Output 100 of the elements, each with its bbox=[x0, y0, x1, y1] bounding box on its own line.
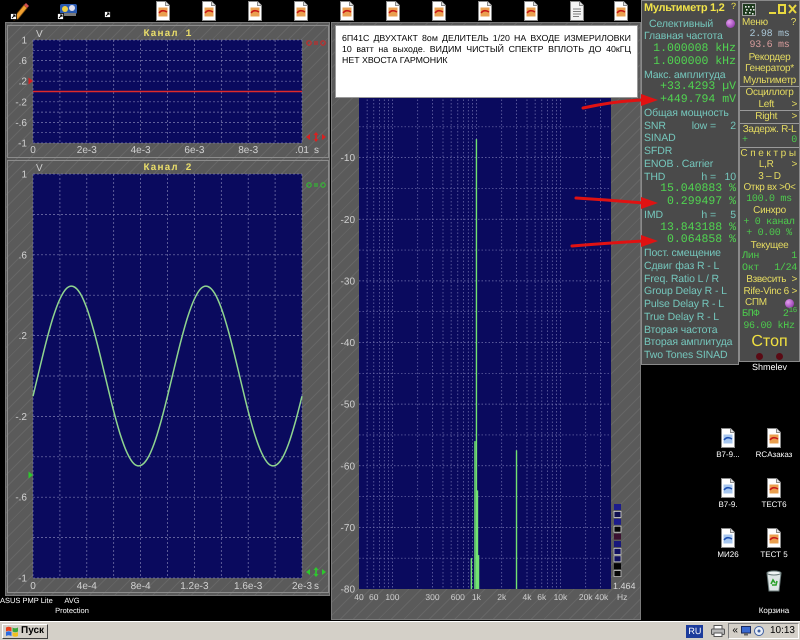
language-indicator[interactable]: RU bbox=[686, 624, 704, 638]
parameter-value[interactable]: 5 bbox=[716, 208, 736, 222]
app-icon[interactable] bbox=[57, 1, 79, 21]
measure-option[interactable]: SFDR bbox=[644, 145, 672, 158]
measure-option[interactable]: Freq. Ratio L / R bbox=[644, 272, 719, 286]
measure-option[interactable]: Селективный bbox=[644, 18, 714, 30]
measure-option[interactable]: Вторая частота bbox=[644, 324, 718, 336]
menu-item[interactable]: Рекордер bbox=[748, 52, 790, 63]
measure-option[interactable]: Макс. амплитуда bbox=[644, 68, 726, 82]
y-axis-tick-label: -1 bbox=[18, 574, 27, 584]
submenu-item[interactable]: Rife-Vinc 6 > bbox=[740, 286, 799, 297]
measure-option[interactable]: Главная частота bbox=[644, 30, 723, 44]
legend-square-icon[interactable] bbox=[614, 511, 622, 518]
image-file-icon[interactable] bbox=[201, 1, 217, 21]
measure-option[interactable]: Вторая амплитуда bbox=[644, 336, 732, 350]
menu-item[interactable]: Синхро bbox=[753, 205, 786, 216]
image-file-icon[interactable] bbox=[339, 1, 355, 21]
cursor-link-icon[interactable] bbox=[306, 182, 326, 188]
desktop-icon-label[interactable]: В7-9... bbox=[716, 450, 740, 460]
desktop-icon-label[interactable]: Корзина bbox=[758, 606, 790, 616]
timing-reading: 2.98 ms bbox=[750, 28, 790, 40]
scroll-arrows-icon[interactable] bbox=[306, 567, 326, 577]
text-file-icon[interactable] bbox=[569, 1, 585, 21]
shortcut-arrow-icon[interactable] bbox=[104, 11, 112, 19]
y-axis-tick-label: -.6 bbox=[15, 492, 27, 504]
desktop-icon-label[interactable]: Shmelev bbox=[752, 362, 787, 373]
maximize-icon[interactable] bbox=[778, 4, 786, 14]
x-axis-tick-label: 8e-4 bbox=[130, 581, 151, 592]
measure-option[interactable]: IMD bbox=[644, 208, 663, 222]
help-link[interactable]: ? bbox=[790, 17, 798, 28]
pencil-icon[interactable] bbox=[10, 1, 30, 21]
menu-item[interactable]: Задерж. R-L bbox=[742, 124, 796, 135]
desktop-icon-label[interactable]: МИ26 bbox=[717, 550, 739, 560]
legend-square-icon[interactable] bbox=[614, 570, 622, 577]
measurement-value: 0.064858 % bbox=[666, 234, 736, 248]
parameter-value[interactable]: 2 bbox=[716, 120, 736, 132]
help-link[interactable]: ? bbox=[730, 1, 736, 11]
document-icon[interactable] bbox=[720, 528, 736, 548]
parameter-label: h = bbox=[701, 208, 716, 222]
menu-button[interactable]: Меню bbox=[741, 17, 768, 28]
axis-unit-label: s bbox=[314, 145, 319, 156]
image-file-icon[interactable] bbox=[766, 428, 782, 448]
start-button[interactable]: Пуск bbox=[2, 624, 48, 638]
monitor-icon[interactable] bbox=[740, 626, 751, 636]
image-file-icon[interactable] bbox=[385, 1, 401, 21]
image-file-icon[interactable] bbox=[431, 1, 447, 21]
menu-item[interactable]: СПМ bbox=[741, 297, 767, 309]
menu-item[interactable]: Откр вх >0< bbox=[743, 182, 796, 194]
desktop-icon-label[interactable]: В7-9. bbox=[718, 500, 738, 510]
x-axis-tick-label: 1k bbox=[472, 592, 481, 602]
submenu-item[interactable]: Right > bbox=[740, 111, 799, 122]
parameter-value[interactable]: 10 bbox=[716, 170, 736, 184]
image-file-icon[interactable] bbox=[766, 528, 782, 548]
submenu-item[interactable]: L,R > bbox=[740, 159, 799, 170]
desktop-icon-label[interactable]: RCAзаказ bbox=[756, 450, 792, 460]
legend-square-icon[interactable] bbox=[614, 526, 622, 533]
stop-button[interactable]: Стоп bbox=[749, 332, 790, 352]
image-file-icon[interactable] bbox=[523, 1, 539, 21]
image-file-icon[interactable] bbox=[477, 1, 493, 21]
image-file-icon[interactable] bbox=[766, 478, 782, 498]
menu-item[interactable]: Текущее bbox=[750, 240, 788, 251]
x-axis-tick-label: 4e-3 bbox=[130, 145, 151, 156]
measure-option[interactable]: THD bbox=[644, 170, 666, 184]
submenu-item[interactable]: Left > bbox=[740, 98, 799, 110]
measure-option[interactable]: Пост. смещение bbox=[644, 247, 721, 260]
measure-option[interactable]: Сдвиг фаз R - L bbox=[644, 260, 720, 273]
measurement-value: +449.794 mV bbox=[660, 94, 736, 107]
measure-option[interactable]: True Delay R - L bbox=[644, 310, 720, 324]
tray-expand-button[interactable]: « bbox=[732, 625, 738, 637]
measure-option[interactable]: ENOB . Carrier bbox=[644, 158, 714, 171]
measure-option[interactable]: Two Tones SINAD bbox=[644, 349, 728, 362]
menu-item[interactable]: 3 – D bbox=[758, 170, 781, 182]
measure-option[interactable]: SNR bbox=[644, 120, 666, 132]
measure-option[interactable]: Pulse Delay R - L bbox=[644, 298, 724, 311]
legend-square-icon[interactable] bbox=[614, 548, 622, 555]
measure-option[interactable]: Общая мощность bbox=[644, 106, 729, 120]
close-icon[interactable] bbox=[788, 4, 797, 14]
menu-item[interactable]: Мультиметр bbox=[743, 74, 796, 86]
x-axis-tick-label: 600 bbox=[450, 592, 465, 602]
image-file-icon[interactable] bbox=[612, 1, 628, 21]
measure-option[interactable]: Group Delay R - L bbox=[644, 285, 727, 298]
axis-unit-label: Hz bbox=[617, 592, 628, 602]
image-file-icon[interactable] bbox=[293, 1, 309, 21]
desktop-icon-label[interactable]: ТЕСТ 5 bbox=[760, 550, 788, 560]
readout-value: 1 bbox=[791, 251, 798, 262]
desktop-icon-label[interactable]: ТЕСТ6 bbox=[761, 500, 787, 510]
grid-logo-icon[interactable] bbox=[742, 2, 756, 16]
y-axis-tick-label: .6 bbox=[18, 250, 27, 262]
submenu-item[interactable]: Взвесить > bbox=[740, 274, 799, 286]
measure-option[interactable]: SINAD bbox=[644, 132, 676, 146]
image-file-icon[interactable] bbox=[247, 1, 263, 21]
menu-item[interactable]: Генератор* bbox=[745, 63, 794, 74]
disc-icon[interactable] bbox=[754, 626, 764, 636]
menu-item[interactable]: Осциллогр bbox=[746, 87, 794, 98]
menu-item[interactable]: Спектры bbox=[740, 148, 799, 159]
printer-icon[interactable] bbox=[711, 625, 726, 637]
legend-square-icon[interactable] bbox=[614, 555, 622, 562]
document-icon[interactable] bbox=[720, 428, 736, 448]
document-icon[interactable] bbox=[720, 478, 736, 498]
image-file-icon[interactable] bbox=[155, 1, 171, 21]
